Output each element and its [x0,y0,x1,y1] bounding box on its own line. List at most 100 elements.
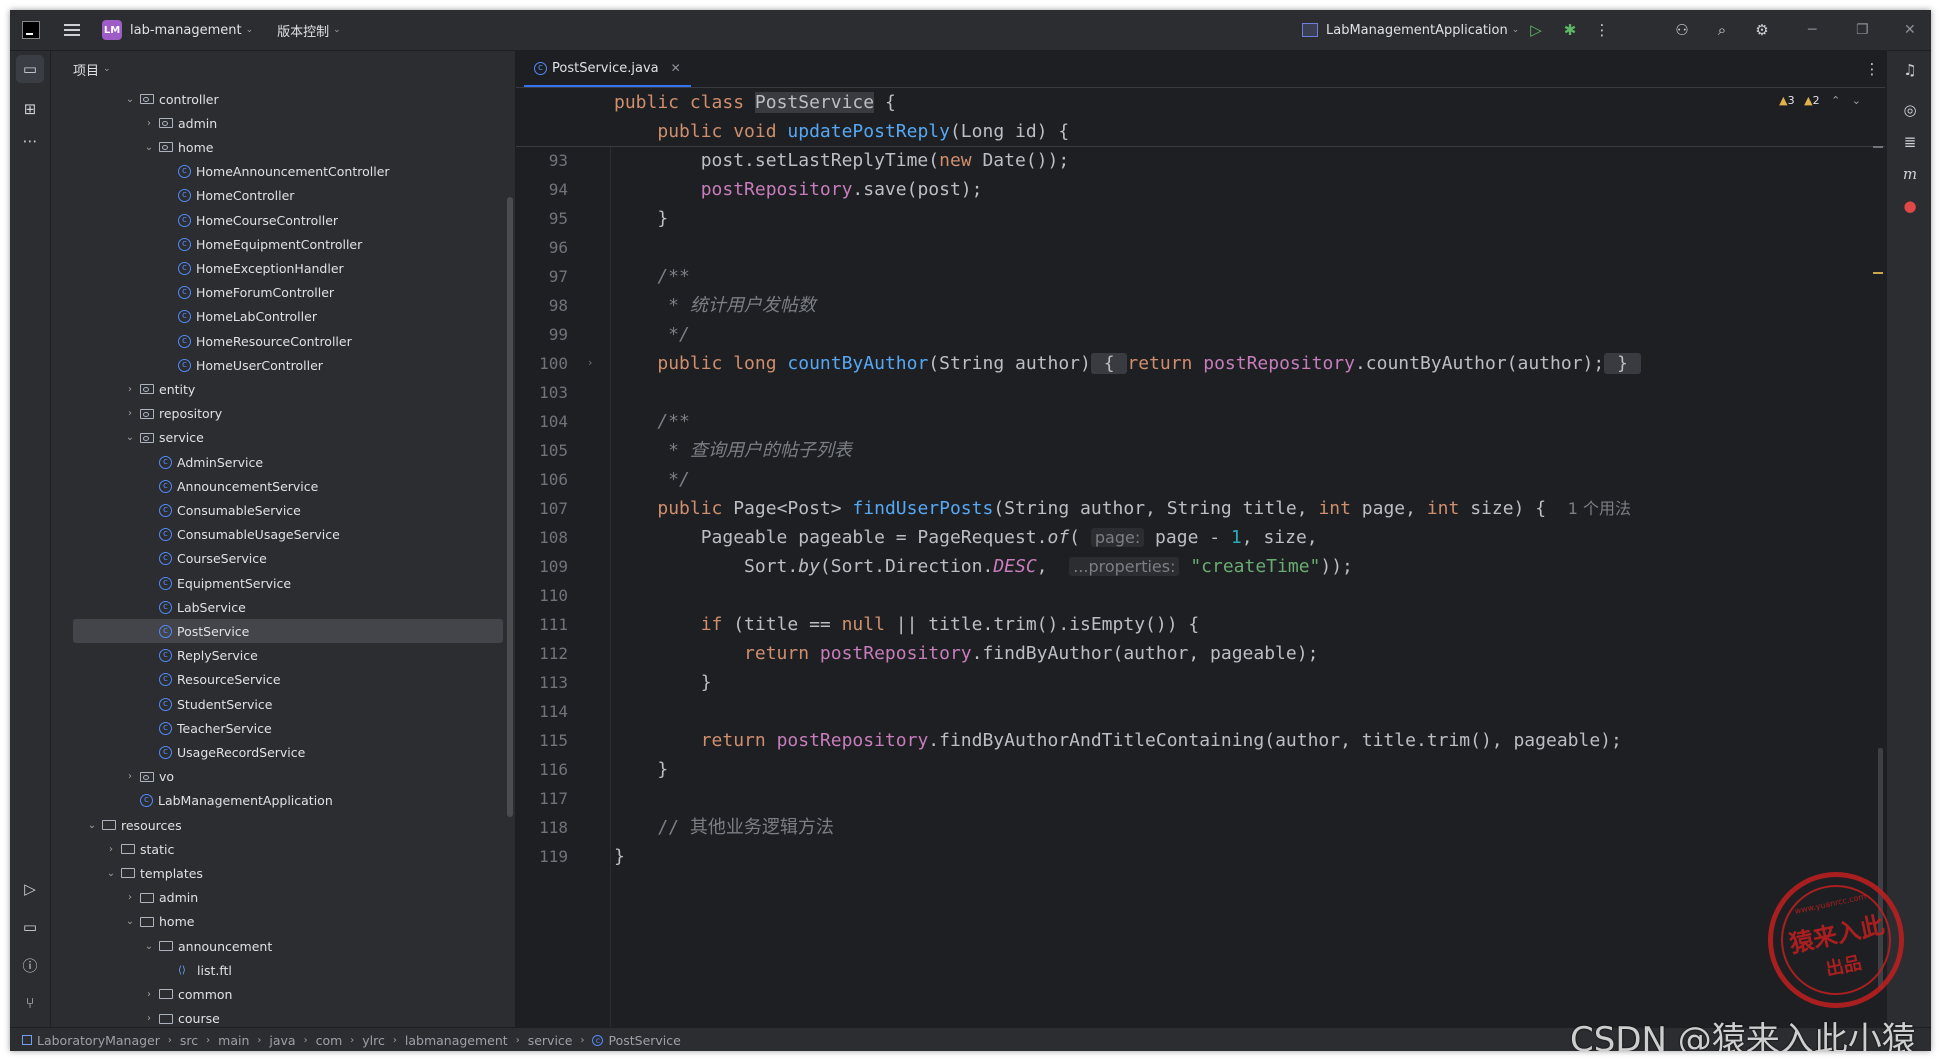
tree-item-static[interactable]: › static [51,837,503,861]
tree-item-course[interactable]: › course [51,1007,503,1027]
tree-item-entity[interactable]: › entity [51,377,503,401]
line-number[interactable]: 93 [518,146,568,175]
tree-item-consumableusageservice[interactable]: c ConsumableUsageService [51,523,503,547]
maven-icon[interactable]: m [1901,165,1919,183]
tree-item-labmanagementapplication[interactable]: c LabManagementApplication [51,789,503,813]
breadcrumb-item[interactable]: java [269,1033,295,1048]
line-number[interactable]: 97 [518,262,568,291]
tree-item-homecoursecontroller[interactable]: c HomeCourseController [51,208,503,232]
chevron-down-icon[interactable]: ⌄ [124,94,136,105]
line-number[interactable]: 115 [518,726,568,755]
line-number[interactable]: 108 [518,523,568,552]
ai-assistant-icon[interactable]: ◎ [1901,101,1919,119]
tree-item-adminservice[interactable]: c AdminService [51,450,503,474]
close-tab-icon[interactable]: ✕ [671,61,681,75]
tree-item-home[interactable]: ⌄ home [51,910,503,934]
line-number[interactable]: 107 [518,494,568,523]
chevron-right-icon[interactable]: › [124,408,136,419]
line-number[interactable]: 119 [518,842,568,871]
chevron-down-icon[interactable]: ⌄ [143,142,155,153]
minimize-icon[interactable]: ─ [1808,22,1816,38]
line-number[interactable]: 114 [518,697,568,726]
breadcrumb-item[interactable]: src [180,1033,198,1048]
tree-item-homecontroller[interactable]: c HomeController [51,184,503,208]
chevron-down-icon[interactable]: ⌄ [86,820,98,831]
project-scrollbar[interactable] [507,197,513,817]
tree-item-homeannouncementcontroller[interactable]: c HomeAnnouncementController [51,160,503,184]
breadcrumb-item[interactable]: PostService [608,1033,680,1048]
usage-hint[interactable]: 1 个用法 [1568,499,1631,518]
tree-item-announcementservice[interactable]: c AnnouncementService [51,474,503,498]
line-number[interactable]: 100 [518,349,568,378]
chevron-right-icon[interactable]: › [124,892,136,903]
tree-item-courseservice[interactable]: c CourseService [51,547,503,571]
line-number[interactable]: 106 [518,465,568,494]
code-editor[interactable]: 1888939495969798991001031041051061071081… [516,88,1885,1027]
line-number[interactable]: 98 [518,291,568,320]
line-number[interactable]: 110 [518,581,568,610]
tree-item-service[interactable]: ⌄ service [51,426,503,450]
tree-item-admin[interactable]: › admin [51,111,503,135]
git-branch-icon[interactable]: ⑂ [16,989,44,1017]
tree-item-controller[interactable]: ⌄ controller [51,87,503,111]
tree-item-resourceservice[interactable]: c ResourceService [51,668,503,692]
chevron-right-icon[interactable]: › [124,384,136,395]
chevron-right-icon[interactable]: › [143,989,155,1000]
chevron-down-icon[interactable]: ⌄ [246,25,254,35]
run-icon[interactable]: ▷ [1528,22,1544,38]
main-menu-icon[interactable] [64,24,80,36]
tree-item-homeequipmentcontroller[interactable]: c HomeEquipmentController [51,232,503,256]
line-number[interactable]: 94 [518,175,568,204]
more-vertical-icon[interactable]: ⋮ [1864,61,1880,77]
tree-item-studentservice[interactable]: c StudentService [51,692,503,716]
tree-item-templates[interactable]: ⌄ templates [51,861,503,885]
fold-chevron-icon[interactable]: › [588,356,592,369]
breadcrumb-item[interactable]: com [316,1033,343,1048]
tree-item-vo[interactable]: › vo [51,765,503,789]
project-badge[interactable]: LM [102,20,122,40]
line-number[interactable]: 117 [518,784,568,813]
tree-item-homeforumcontroller[interactable]: c HomeForumController [51,281,503,305]
tree-item-common[interactable]: › common [51,982,503,1006]
project-panel-header[interactable]: 项目 ⌄ [51,51,515,87]
account-icon[interactable]: ⚇ [1674,22,1690,38]
breadcrumb-item[interactable]: LaboratoryManager [37,1033,160,1048]
services-icon[interactable]: ▷ [16,875,44,903]
chevron-right-icon[interactable]: › [105,844,117,855]
tree-item-replyservice[interactable]: c ReplyService [51,644,503,668]
tree-item-admin[interactable]: › admin [51,886,503,910]
close-icon[interactable]: ✕ [1904,22,1916,38]
tree-item-homeresourcecontroller[interactable]: c HomeResourceController [51,329,503,353]
line-number[interactable]: 103 [518,378,568,407]
chevron-right-icon[interactable]: › [143,1013,155,1024]
more-vertical-icon[interactable]: ⋮ [1594,22,1610,38]
breadcrumb-item[interactable]: labmanagement [405,1033,508,1048]
chevron-down-icon[interactable]: ⌄ [1852,94,1861,107]
maximize-icon[interactable]: ❐ [1856,22,1869,38]
tree-item-consumableservice[interactable]: c ConsumableService [51,498,503,522]
chevron-down-icon[interactable]: ⌄ [333,25,341,35]
line-number[interactable]: 105 [518,436,568,465]
tree-item-usagerecordservice[interactable]: c UsageRecordService [51,740,503,764]
structure-icon[interactable]: ⊞ [16,95,44,123]
chevron-up-icon[interactable]: ⌃ [1831,94,1840,107]
terminal-icon[interactable]: ▭ [16,913,44,941]
problems-icon[interactable]: ⓘ [16,951,44,979]
breadcrumb-item[interactable]: service [528,1033,573,1048]
line-number[interactable]: 104 [518,407,568,436]
line-number[interactable]: 111 [518,610,568,639]
tree-item-home[interactable]: ⌄ home [51,135,503,159]
tree-item-list-ftl[interactable]: ⟨⟩ list.ftl [51,958,503,982]
line-number[interactable]: 99 [518,320,568,349]
line-number[interactable]: 112 [518,639,568,668]
tree-item-teacherservice[interactable]: c TeacherService [51,716,503,740]
tree-item-resources[interactable]: ⌄ resources [51,813,503,837]
gear-icon[interactable]: ⚙ [1754,22,1770,38]
tree-item-homeusercontroller[interactable]: c HomeUserController [51,353,503,377]
line-number[interactable]: 96 [518,233,568,262]
tree-item-postservice[interactable]: c PostService [73,619,503,644]
tree-item-labservice[interactable]: c LabService [51,595,503,619]
bell-icon[interactable]: ♫ [1901,61,1919,79]
vcs-menu[interactable]: 版本控制 [277,21,329,40]
line-number[interactable]: 116 [518,755,568,784]
